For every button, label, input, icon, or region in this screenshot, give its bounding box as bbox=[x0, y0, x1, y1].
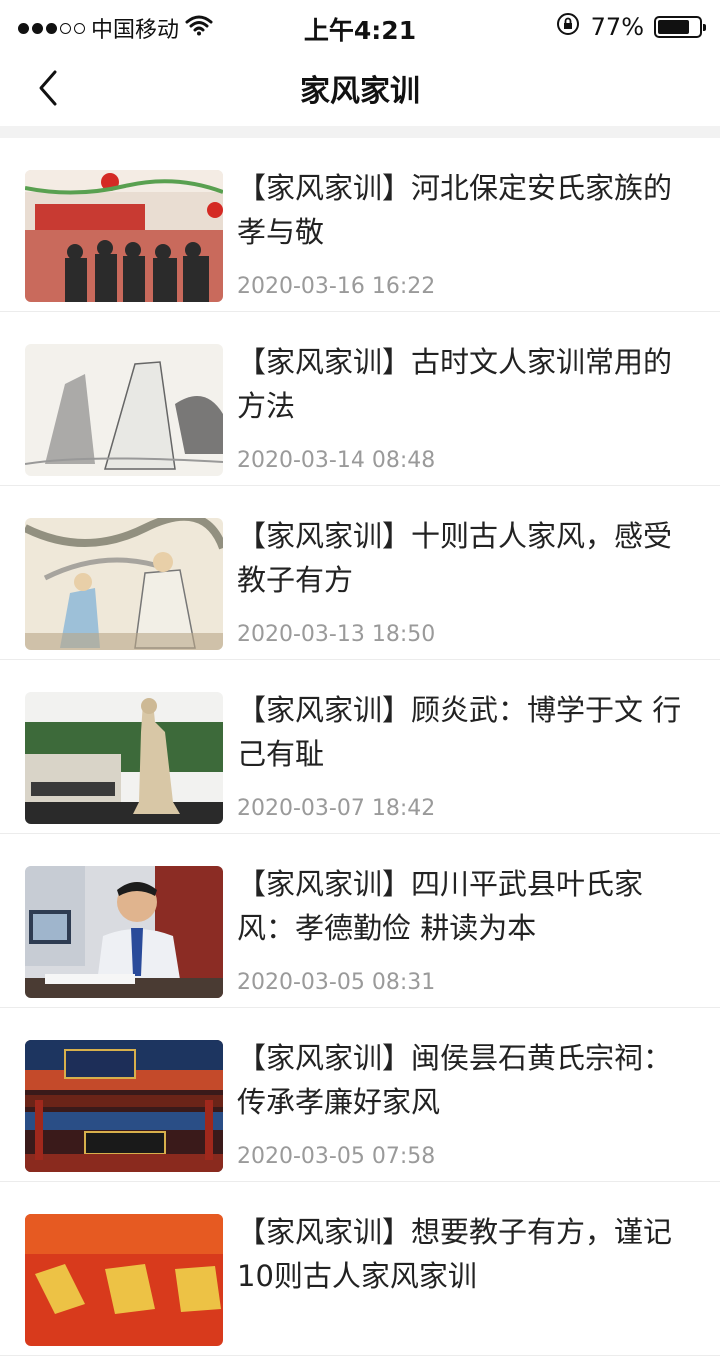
article-date: 2020-03-13 18:50 bbox=[237, 622, 436, 647]
battery-icon bbox=[654, 16, 706, 38]
article-item[interactable]: 【家风家训】四川平武县叶氏家风：孝德勤俭 耕读为本 2020-03-05 08:… bbox=[0, 834, 720, 1008]
article-item[interactable]: 【家风家训】十则古人家风，感受教子有方 2020-03-13 18:50 bbox=[0, 486, 720, 660]
nav-bar: 家风家训 bbox=[0, 56, 720, 126]
article-thumbnail bbox=[25, 170, 223, 302]
article-title: 【家风家训】河北保定安氏家族的孝与敬 bbox=[237, 171, 673, 249]
article-item[interactable]: 【家风家训】古时文人家训常用的方法 2020-03-14 08:48 bbox=[0, 312, 720, 486]
article-title: 【家风家训】古时文人家训常用的方法 bbox=[237, 345, 673, 423]
article-date: 2020-03-05 08:31 bbox=[237, 970, 436, 995]
article-thumbnail bbox=[25, 1214, 223, 1346]
rotation-lock-icon bbox=[555, 11, 581, 43]
article-item[interactable]: 【家风家训】顾炎武：博学于文 行己有耻 2020-03-07 18:42 bbox=[0, 660, 720, 834]
article-list: 【家风家训】河北保定安氏家族的孝与敬 2020-03-16 16:22 【家风家… bbox=[0, 138, 720, 1356]
article-title: 【家风家训】十则古人家风，感受教子有方 bbox=[237, 519, 673, 597]
article-item[interactable]: 【家风家训】想要教子有方，谨记10则古人家风家训 bbox=[0, 1182, 720, 1356]
article-title: 【家风家训】四川平武县叶氏家风：孝德勤俭 耕读为本 bbox=[237, 867, 644, 945]
article-title: 【家风家训】想要教子有方，谨记10则古人家风家训 bbox=[237, 1215, 673, 1293]
page-title: 家风家训 bbox=[300, 74, 420, 109]
article-item[interactable]: 【家风家训】河北保定安氏家族的孝与敬 2020-03-16 16:22 bbox=[0, 138, 720, 312]
battery-group: 77% bbox=[555, 11, 706, 43]
article-thumbnail bbox=[25, 1040, 223, 1172]
battery-percent: 77% bbox=[590, 13, 644, 41]
article-thumbnail bbox=[25, 692, 223, 824]
article-item[interactable]: 【家风家训】闽侯昙石黄氏宗祠：传承孝廉好家风 2020-03-05 07:58 bbox=[0, 1008, 720, 1182]
article-thumbnail bbox=[25, 344, 223, 476]
article-title: 【家风家训】闽侯昙石黄氏宗祠：传承孝廉好家风 bbox=[237, 1041, 673, 1119]
article-date: 2020-03-07 18:42 bbox=[237, 796, 436, 821]
article-date: 2020-03-05 07:58 bbox=[237, 1144, 436, 1169]
article-date: 2020-03-14 08:48 bbox=[237, 448, 436, 473]
article-date: 2020-03-16 16:22 bbox=[237, 274, 436, 299]
status-bar: 中国移动 上午4:21 77% bbox=[0, 0, 720, 56]
divider bbox=[0, 126, 720, 138]
article-title: 【家风家训】顾炎武：博学于文 行己有耻 bbox=[237, 693, 682, 771]
article-thumbnail bbox=[25, 866, 223, 998]
article-thumbnail bbox=[25, 518, 223, 650]
